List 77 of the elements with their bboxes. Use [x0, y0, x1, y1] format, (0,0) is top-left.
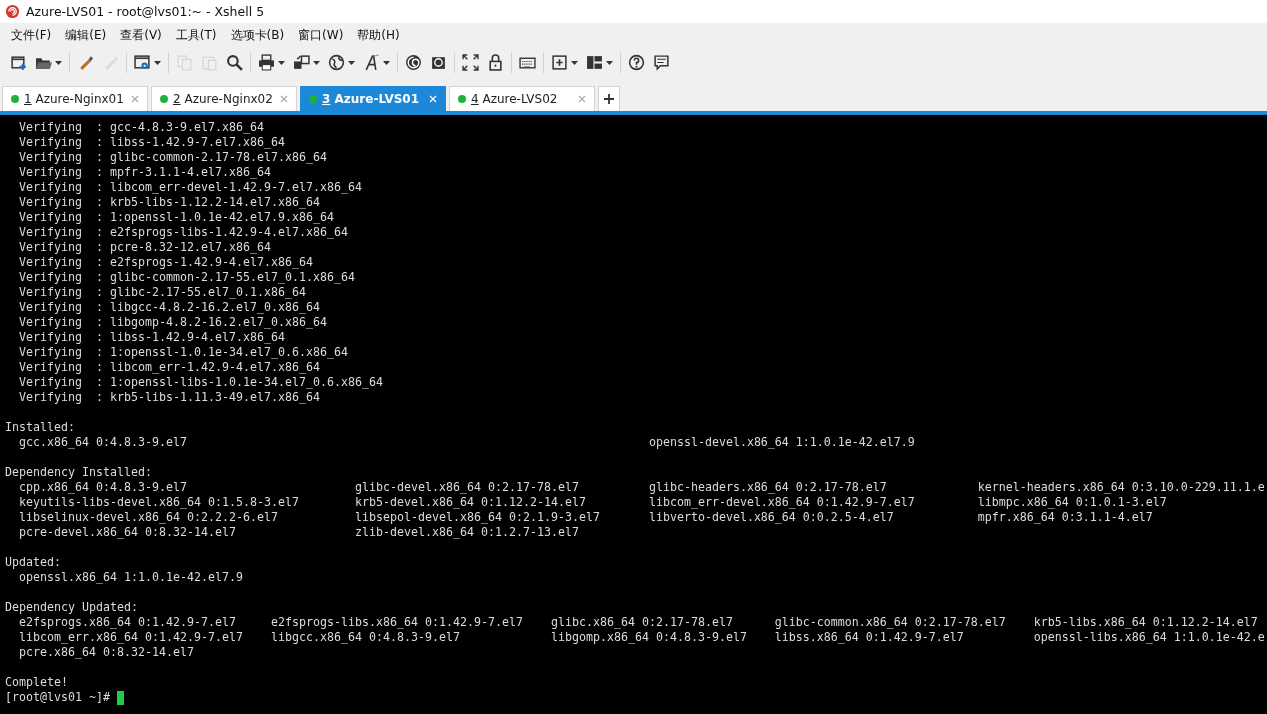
- terminal-line: Installed:: [5, 420, 75, 434]
- terminal-line: e2fsprogs.x86_64 0:1.42.9-7.el7 e2fsprogs-libs.x86_64 0:1.42.9-7.el7 glibc.x86_64 0:2.17-78.el7 glibc-common.x86_64 0:2.17-78.el7 krb5-libs.x86_64 0:1.12.2-14.el7: [18, 615, 1258, 629]
- printer-icon[interactable]: [258, 54, 275, 71]
- fullscreen-icon[interactable]: [462, 54, 479, 71]
- menu-item[interactable]: 编辑(E): [58, 24, 114, 46]
- status-dot-icon: [458, 95, 466, 103]
- plus-icon[interactable]: [604, 94, 614, 104]
- terminal-line: openssl.x86_64 1:1.0.1e-42.el7.9: [18, 570, 243, 584]
- session-tab[interactable]: 2 Azure-Nginx02: [151, 86, 297, 111]
- terminal-line: Verifying : libss-1.42.9-4.el7.x86_64: [18, 330, 285, 344]
- new-window-icon[interactable]: [10, 54, 27, 71]
- menu-item[interactable]: 文件(F): [4, 24, 59, 46]
- menu-item[interactable]: 工具(T): [168, 24, 224, 46]
- caret-icon[interactable]: [348, 60, 355, 65]
- status-dot-icon: [160, 95, 168, 103]
- terminal-line: Verifying : libgcc-4.8.2-16.2.el7_0.x86_64: [18, 300, 320, 314]
- terminal-line: libcom_err.x86_64 0:1.42.9-7.el7 libgcc.x86_64 0:4.8.3-9.el7 libgomp.x86_64 0:4.8.3-9.el7 libss.x86_64 0:1.42.9-7.el7 openssl-libs.x86_64 1:1.0.1e-42.e: [18, 630, 1265, 644]
- status-dot-icon: [309, 95, 317, 103]
- transfer-icon[interactable]: [293, 54, 310, 71]
- terminal-line: pcre.x86_64 0:8.32-14.el7: [18, 645, 194, 659]
- menu-item[interactable]: 窗口(W): [291, 24, 351, 46]
- status-dot-icon: [11, 95, 19, 103]
- chat-icon[interactable]: [653, 54, 670, 71]
- menu-item[interactable]: 查看(V): [113, 24, 169, 46]
- terminal-line: Verifying : libgomp-4.8.2-16.2.el7_0.x86_64: [18, 315, 327, 329]
- terminal-line: Complete!: [5, 675, 68, 689]
- caret-icon[interactable]: [278, 60, 285, 65]
- app-logo-icon: [5, 4, 20, 19]
- spiral-box-icon[interactable]: [430, 54, 447, 71]
- terminal-line: Verifying : glibc-common-2.17-78.el7.x86_64: [18, 150, 327, 164]
- cursor: [117, 690, 124, 705]
- menu-item[interactable]: 帮助(H): [350, 24, 407, 46]
- terminal-line: Verifying : krb5-libs-1.12.2-14.el7.x86_64: [18, 195, 320, 209]
- terminal-line: Dependency Installed:: [5, 465, 152, 479]
- window-gear-icon[interactable]: [134, 54, 151, 71]
- caret-icon[interactable]: [606, 60, 613, 65]
- caret-icon[interactable]: [154, 60, 161, 65]
- terminal-line: Verifying : libcom_err-1.42.9-4.el7.x86_64: [18, 360, 320, 374]
- new-tab-icon[interactable]: [551, 54, 568, 71]
- terminal-line: Verifying : gcc-4.8.3-9.el7.x86_64: [18, 120, 264, 134]
- terminal-line: Dependency Updated:: [5, 600, 138, 614]
- terminal-line: gcc.x86_64 0:4.8.3-9.el7 openssl-devel.x86_64 1:1.0.1e-42.el7.9: [18, 435, 915, 449]
- terminal-line: Verifying : 1:openssl-1.0.1e-34.el7_0.6.x86_64: [18, 345, 348, 359]
- session-tab[interactable]: 1 Azure-Nginx01: [2, 86, 148, 111]
- terminal-line: Verifying : mpfr-3.1.1-4.el7.x86_64: [18, 165, 271, 179]
- globe-icon[interactable]: [328, 54, 345, 71]
- terminal-line: keyutils-libs-devel.x86_64 0:1.5.8-3.el7 krb5-devel.x86_64 0:1.12.2-14.el7 libcom_err-devel.x86_64 0:1.42.9-7.el7 libmpc.x86_64 0:1.0.1-3.el7: [18, 495, 1167, 509]
- caret-icon[interactable]: [313, 60, 320, 65]
- terminal-line: Verifying : e2fsprogs-1.42.9-4.el7.x86_64: [18, 255, 313, 269]
- terminal-line: Verifying : glibc-2.17-55.el7_0.1.x86_64: [18, 285, 306, 299]
- font-icon[interactable]: [363, 54, 380, 71]
- session-tab[interactable]: 3 Azure-LVS01: [300, 86, 446, 111]
- terminal-line: Verifying : krb5-libs-1.11.3-49.el7.x86_64: [18, 390, 320, 404]
- spiral-icon[interactable]: [405, 54, 422, 71]
- session-tab[interactable]: 4 Azure-LVS02: [449, 86, 595, 111]
- caret-icon[interactable]: [571, 60, 578, 65]
- menu-item[interactable]: 选项卡(B): [223, 24, 292, 46]
- shell-prompt: [root@lvs01 ~]#: [5, 690, 111, 705]
- terminal-line: cpp.x86_64 0:4.8.3-9.el7 glibc-devel.x86_64 0:2.17-78.el7 glibc-headers.x86_64 0:2.17-78.el7 kernel-headers.x86_64 0:3.10.0-229.11.1.e: [18, 480, 1265, 494]
- terminal-line: pcre-devel.x86_64 0:8.32-14.el7 zlib-devel.x86_64 0:1.2.7-13.el7: [18, 525, 579, 539]
- terminal-line: Verifying : 1:openssl-libs-1.0.1e-34.el7_0.6.x86_64: [18, 375, 383, 389]
- terminal-line: Verifying : libss-1.42.9-7.el7.x86_64: [18, 135, 285, 149]
- terminal-line: libselinux-devel.x86_64 0:2.2.2-6.el7 libsepol-devel.x86_64 0:2.1.9-3.el7 libverto-devel.x86_64 0:0.2.5-4.el7 mpfr.x86_64 0:3.1.1-4.el7: [18, 510, 1153, 524]
- terminal-line: Verifying : e2fsprogs-libs-1.42.9-4.el7.x86_64: [18, 225, 348, 239]
- new-tab-button[interactable]: [598, 86, 620, 111]
- layout-icon[interactable]: [586, 54, 603, 71]
- terminal-line: Verifying : 1:openssl-1.0.1e-42.el7.9.x86_64: [18, 210, 334, 224]
- search-icon[interactable]: [226, 54, 243, 71]
- help-icon[interactable]: [628, 54, 645, 71]
- terminal-line: Updated:: [5, 555, 61, 569]
- terminal-line: Verifying : glibc-common-2.17-55.el7_0.1.x86_64: [18, 270, 355, 284]
- lock-icon[interactable]: [487, 54, 504, 71]
- caret-icon[interactable]: [55, 60, 62, 65]
- window-title: Azure-LVS01 - root@lvs01:~ - Xshell 5: [26, 4, 265, 19]
- terminal-line: Verifying : pcre-8.32-12.el7.x86_64: [18, 240, 271, 254]
- caret-icon[interactable]: [383, 60, 390, 65]
- terminal-line: Verifying : libcom_err-devel-1.42.9-7.el7.x86_64: [18, 180, 362, 194]
